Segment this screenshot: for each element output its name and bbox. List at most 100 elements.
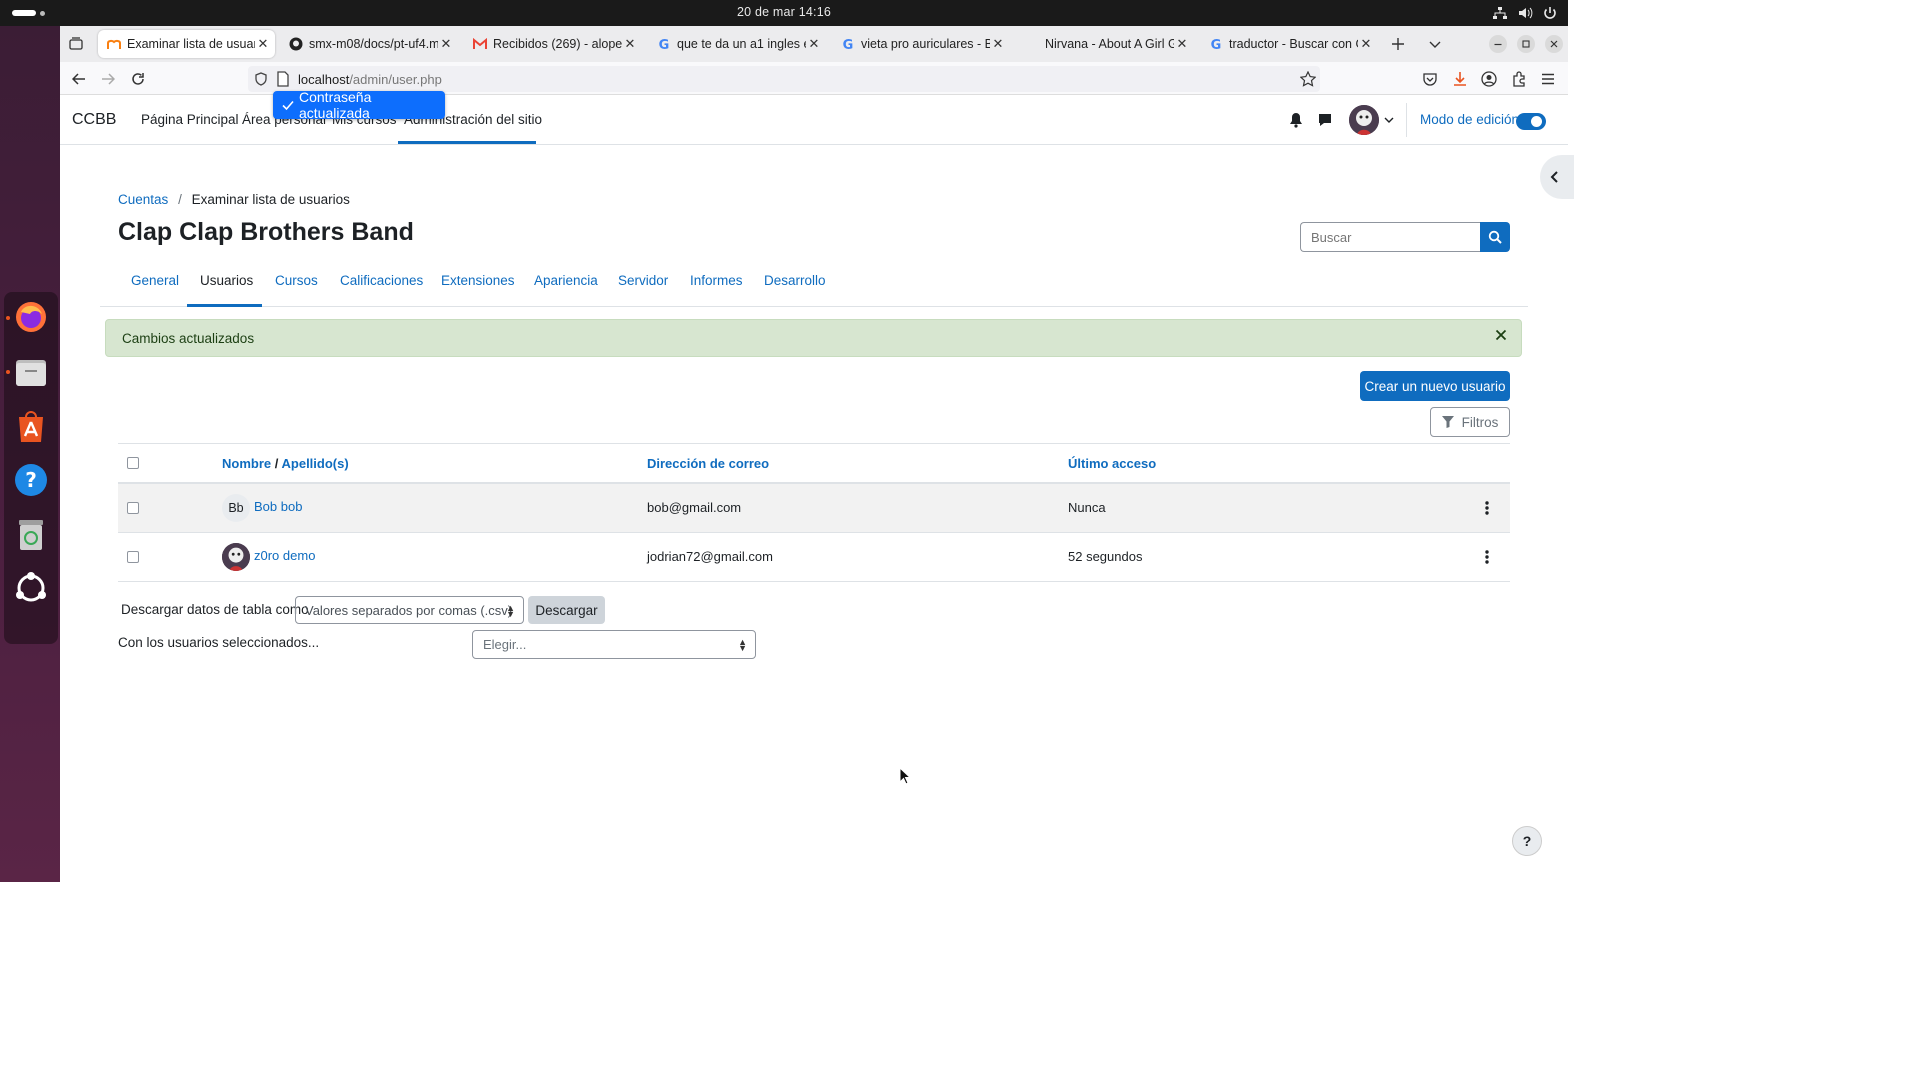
row-checkbox[interactable] [127,551,139,563]
reload-icon[interactable] [127,68,149,90]
close-alert-icon[interactable] [1495,329,1507,341]
nav-home[interactable]: Página Principal [141,112,239,127]
browser-tab-0[interactable]: Examinar lista de usuarios ✕ [98,30,275,58]
tab-plugins[interactable]: Extensiones [441,273,515,288]
system-clock[interactable]: 20 de mar 14:16 [0,5,1568,19]
tab-development[interactable]: Desarrollo [764,273,826,288]
minimize-window-icon[interactable] [1487,33,1509,55]
url-host: localhost [298,71,350,87]
downloads-icon[interactable] [1449,68,1471,90]
browser-tab-4[interactable]: G vieta pro auriculares - Bus ✕ [832,30,1010,58]
close-tab-icon[interactable]: ✕ [255,36,271,52]
bookmark-star-icon[interactable] [1300,71,1316,87]
ubuntu-dock: ? [0,26,60,882]
close-tab-icon[interactable]: ✕ [806,36,822,52]
pocket-icon[interactable] [1419,68,1441,90]
tab-grades[interactable]: Calificaciones [340,273,423,288]
site-brand[interactable]: CCBB [72,111,116,129]
close-tab-icon[interactable]: ✕ [622,36,638,52]
maximize-window-icon[interactable] [1515,33,1537,55]
app-center-icon[interactable] [12,407,50,445]
browser-tab-3[interactable]: G que te da un a1 ingles en ✕ [648,30,826,58]
bulk-action-select[interactable]: Elegir... ▲ ▼ [472,630,756,659]
tab-title: Examinar lista de usuarios [127,37,255,51]
page-title: Clap Clap Brothers Band [118,218,414,246]
gmail-icon [472,36,488,52]
download-button[interactable]: Descargar [528,596,605,624]
user-name-link[interactable]: Bob bob [254,499,302,514]
check-icon [282,99,294,111]
extensions-puzzle-icon[interactable] [1508,68,1530,90]
row-checkbox[interactable] [127,502,139,514]
page-info-icon[interactable] [276,71,290,87]
tab-title: traductor - Buscar con Go [1229,37,1358,51]
svg-text:G: G [1211,38,1222,51]
browser-tab-2[interactable]: Recibidos (269) - alopezr@ ✕ [464,30,642,58]
firefox-running-indicator [6,316,10,320]
download-format-select[interactable]: Valores separados por comas (.csv) ▲ ▼ [295,596,524,624]
tab-title: Nirvana - About A Girl Gui [1045,37,1174,51]
user-email: bob@gmail.com [647,500,742,515]
help-icon[interactable]: ? [12,461,50,499]
tab-overview-icon[interactable] [65,33,87,55]
tab-users[interactable]: Usuarios [200,273,253,288]
system-tray[interactable] [1492,5,1558,21]
search-button[interactable] [1480,222,1510,252]
firefox-icon[interactable] [12,298,50,336]
user-menu-chevron-down-icon[interactable] [1384,116,1394,124]
tab-server[interactable]: Servidor [618,273,668,288]
filters-button[interactable]: Filtros [1430,407,1510,437]
tracking-shield-icon[interactable] [254,72,268,86]
user-name-link[interactable]: z0ro demo [254,548,315,563]
notifications-bell-icon[interactable] [1289,112,1303,128]
page-help-button[interactable]: ? [1512,826,1542,856]
open-block-drawer-button[interactable] [1540,155,1574,199]
account-icon[interactable] [1478,68,1500,90]
new-tab-icon[interactable] [1387,33,1409,55]
row-actions-kebab-icon[interactable] [1482,549,1492,565]
filters-label: Filtros [1461,414,1499,430]
sort-last-access[interactable]: Último acceso [1068,456,1156,471]
search-input[interactable] [1300,222,1480,252]
browser-tab-5[interactable]: Nirvana - About A Girl Gui ✕ [1016,30,1194,58]
tab-title: vieta pro auriculares - Bus [861,37,990,51]
close-tab-icon[interactable]: ✕ [990,36,1006,52]
app-menu-hamburger-icon[interactable] [1537,68,1559,90]
sort-last-name[interactable]: Apellido(s) [282,456,349,471]
user-initials-avatar: Bb [222,494,250,522]
forward-arrow-icon[interactable] [97,68,119,90]
tab-appearance[interactable]: Apariencia [534,273,598,288]
close-window-icon[interactable] [1543,33,1565,55]
svg-text:?: ? [25,468,37,492]
browser-tab-6[interactable]: G traductor - Buscar con Go ✕ [1200,30,1378,58]
create-user-button[interactable]: Crear un nuevo usuario [1360,371,1510,401]
row-actions-kebab-icon[interactable] [1482,500,1492,516]
close-tab-icon[interactable]: ✕ [1358,36,1374,52]
close-tab-icon[interactable]: ✕ [438,36,454,52]
sort-first-name[interactable]: Nombre [222,456,271,471]
back-arrow-icon[interactable] [68,68,90,90]
browser-tab-1[interactable]: smx-m08/docs/pt-uf4.md ✕ [280,30,458,58]
chevron-left-icon [1550,171,1559,183]
download-label: Descargar datos de tabla como [121,602,309,617]
download-format-value: Valores separados por comas (.csv) [305,602,513,618]
tab-title: Recibidos (269) - alopezr@ [493,37,622,51]
breadcrumb-accounts[interactable]: Cuentas [118,192,168,207]
user-avatar[interactable] [1349,105,1379,135]
admin-section-tabs: General Usuarios Cursos Calificaciones E… [100,265,1528,307]
edit-mode-toggle[interactable] [1516,113,1546,130]
password-updated-toast: Contraseña actualizada [273,89,445,121]
select-all-checkbox[interactable] [127,457,139,469]
tab-reports[interactable]: Informes [690,273,743,288]
trash-icon[interactable] [12,515,50,553]
show-apps-icon[interactable] [12,569,50,607]
tab-general[interactable]: General [131,273,179,288]
toast-message: Contraseña actualizada [299,89,372,121]
close-tab-icon[interactable]: ✕ [1174,36,1190,52]
tab-courses[interactable]: Cursos [275,273,318,288]
sort-email[interactable]: Dirección de correo [647,456,769,471]
files-icon[interactable] [12,353,50,391]
messages-icon[interactable] [1317,112,1333,128]
tab-list-chevron-icon[interactable] [1424,33,1446,55]
table-row: z0ro demo jodrian72@gmail.com 52 segundo… [118,533,1510,582]
